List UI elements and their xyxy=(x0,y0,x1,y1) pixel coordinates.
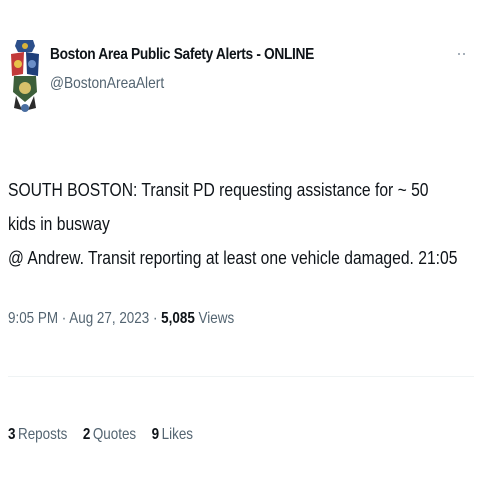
quotes-label: Quotes xyxy=(92,426,137,443)
views-count: 5,085 xyxy=(161,310,195,327)
meta-separator: · xyxy=(58,310,70,327)
meta-separator: · xyxy=(149,310,162,327)
reposts-count: 3 xyxy=(8,426,16,443)
likes-label: Likes xyxy=(161,426,194,443)
tweet-meta: 9:05 PM · Aug 27, 2023 · 5,085 Views xyxy=(8,310,234,328)
tweet-time: 9:05 PM xyxy=(8,310,59,327)
tweet-stats: 3 Reposts 2 Quotes 9 Likes xyxy=(8,426,205,444)
likes-count: 9 xyxy=(151,426,160,443)
avatar[interactable] xyxy=(8,36,42,116)
reposts-label: Reposts xyxy=(18,426,68,443)
divider xyxy=(8,376,474,377)
views-label: Views xyxy=(198,310,235,327)
likes-stat[interactable]: 9 Likes xyxy=(152,426,193,443)
tweet-text: SOUTH BOSTON: Transit PD requesting assi… xyxy=(8,180,458,268)
tweet-date: Aug 27, 2023 xyxy=(69,310,150,327)
tweet-card: Boston Area Public Safety Alerts - ONLIN… xyxy=(0,0,477,483)
author-handle[interactable]: @BostonAreaAlert xyxy=(50,75,314,93)
tweet-time-link[interactable]: 9:05 PM · Aug 27, 2023 xyxy=(8,310,149,327)
reposts-stat[interactable]: 3 Reposts xyxy=(8,426,67,443)
tweet-header: Boston Area Public Safety Alerts - ONLIN… xyxy=(8,36,474,116)
author-block: Boston Area Public Safety Alerts - ONLIN… xyxy=(50,46,357,93)
more-options-icon[interactable] xyxy=(456,50,468,60)
author-display-name[interactable]: Boston Area Public Safety Alerts - ONLIN… xyxy=(50,46,314,64)
quotes-stat[interactable]: 2 Quotes xyxy=(83,426,136,443)
quotes-count: 2 xyxy=(82,426,91,443)
police-badges-avatar-icon xyxy=(8,36,42,116)
